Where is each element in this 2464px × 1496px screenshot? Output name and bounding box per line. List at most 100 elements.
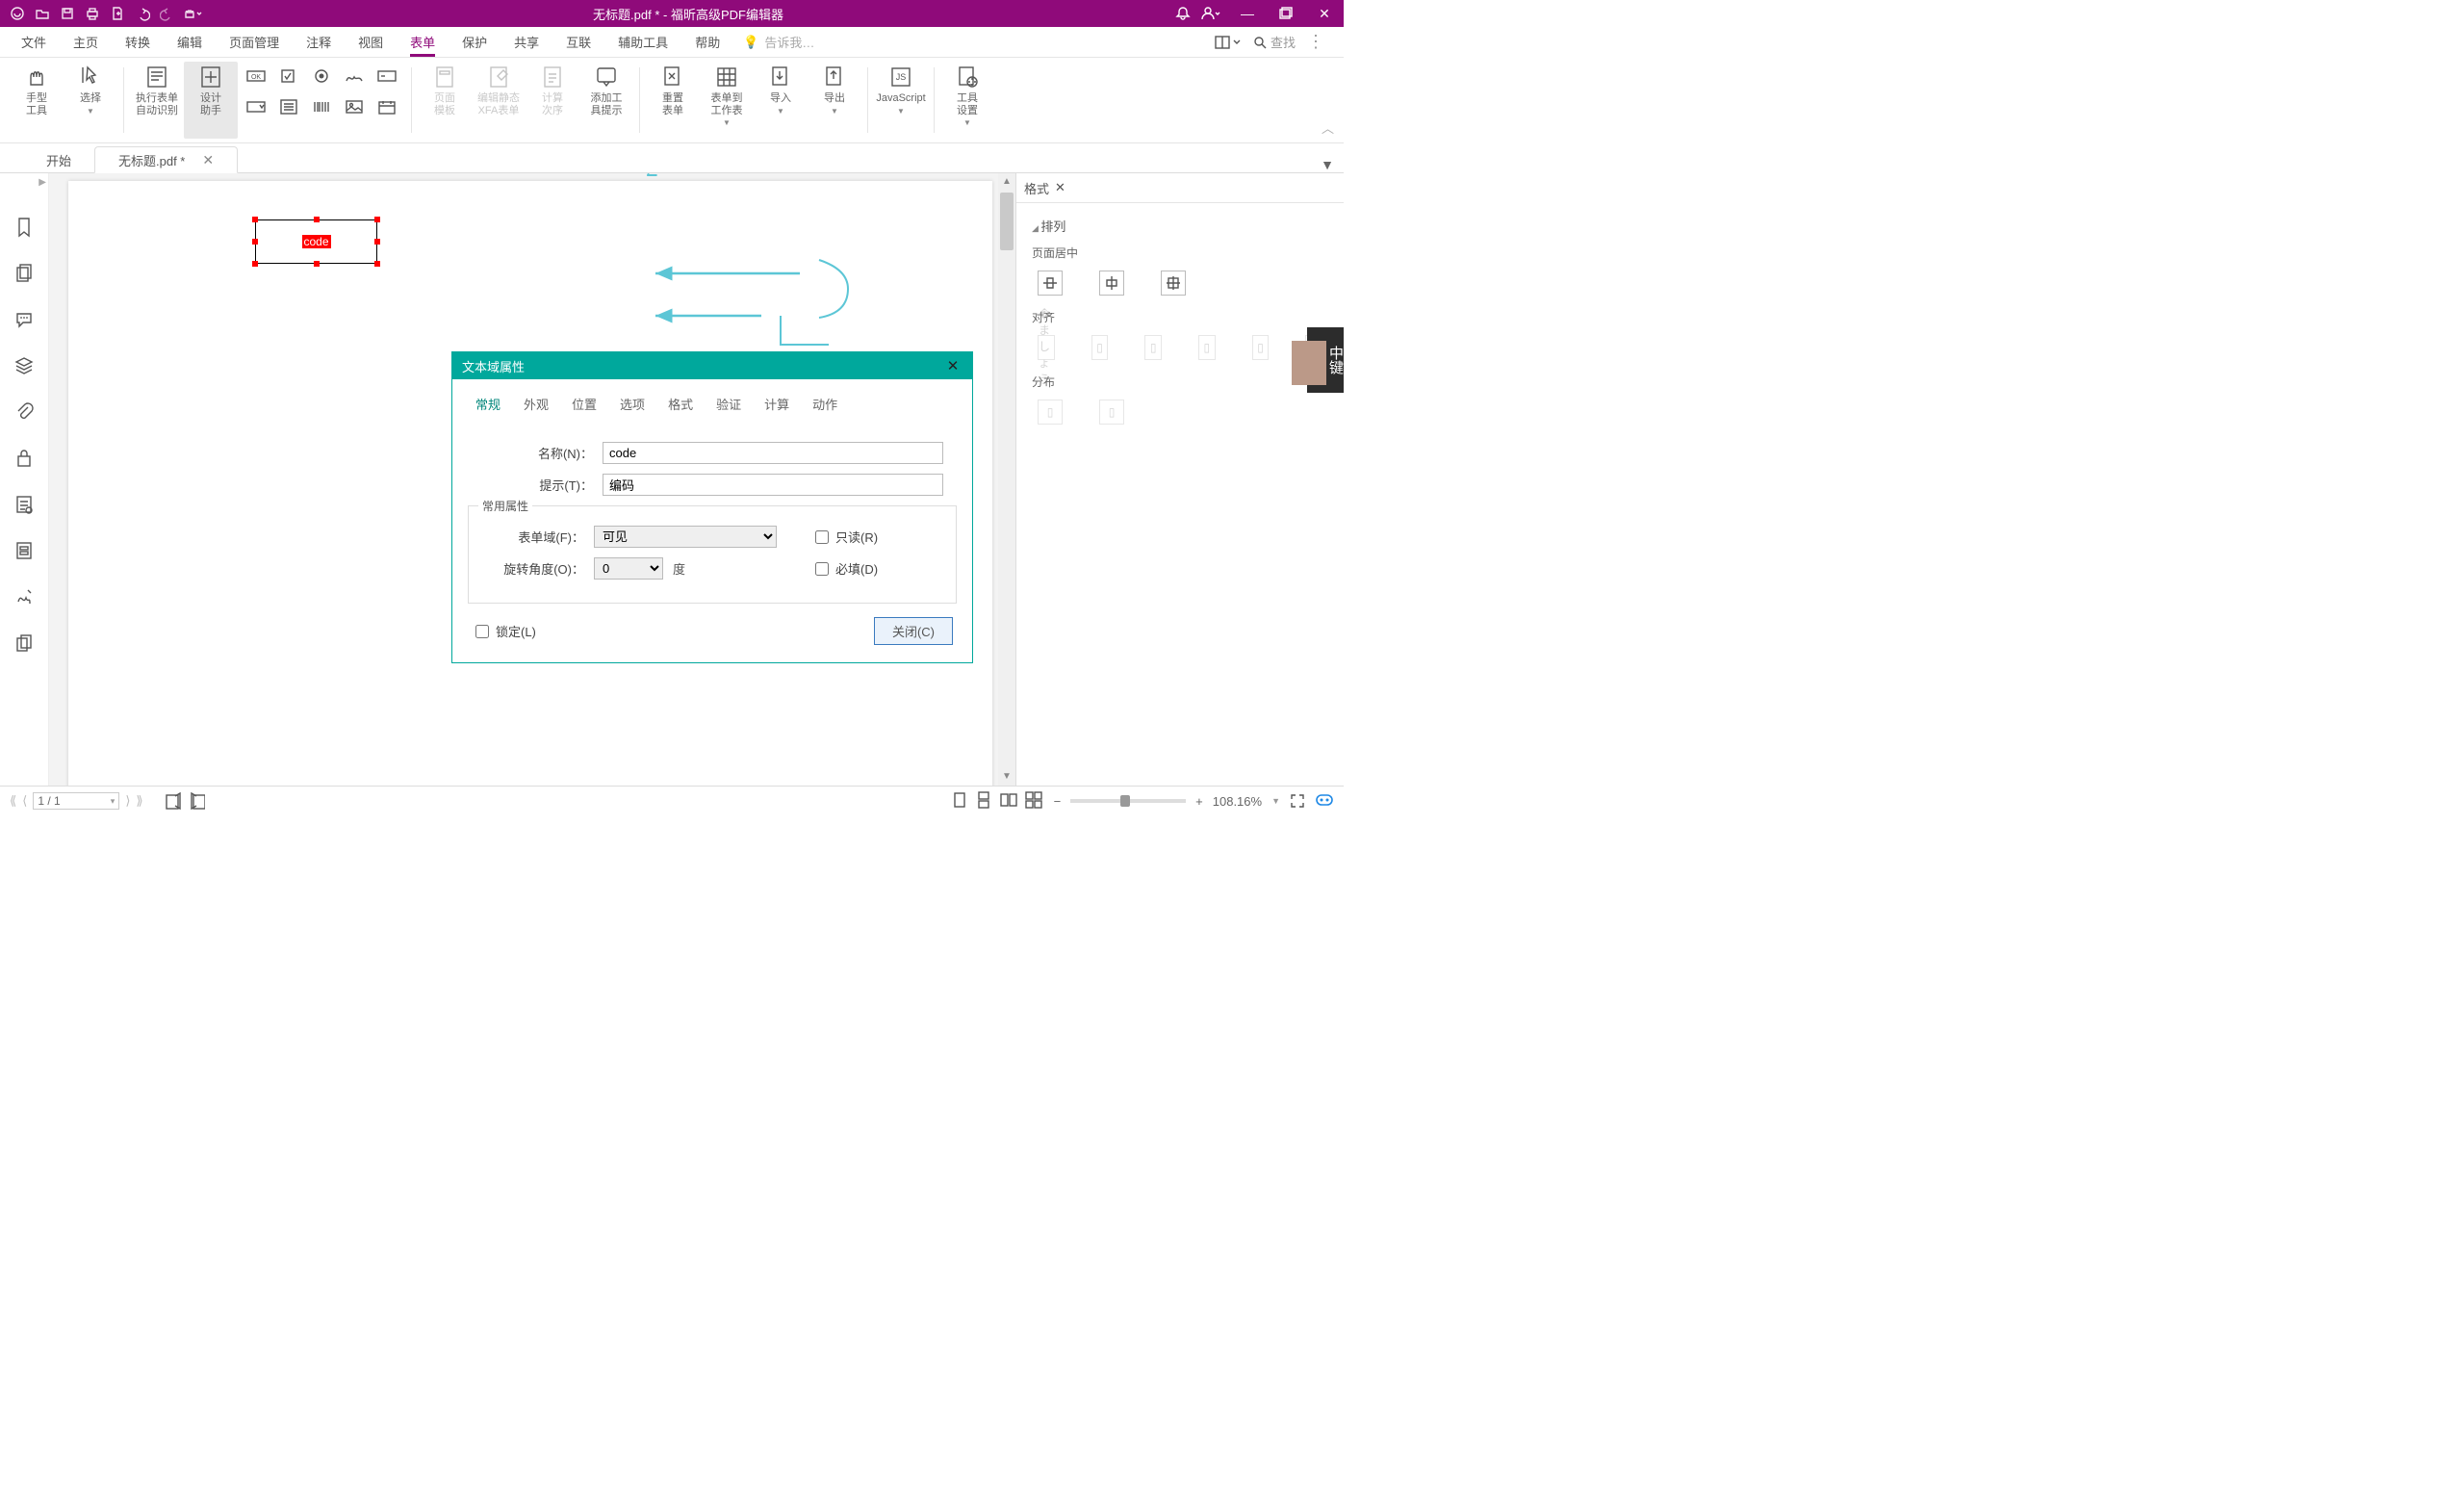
visibility-select[interactable]: 可见 (594, 526, 777, 548)
signature-icon[interactable] (340, 62, 369, 90)
listbox-icon[interactable] (274, 92, 303, 121)
close-button[interactable]: 关闭(C) (874, 617, 953, 645)
security-icon[interactable] (12, 446, 37, 471)
comments-icon[interactable] (12, 307, 37, 332)
read-mode-dropdown-icon[interactable] (1215, 35, 1242, 50)
required-checkbox[interactable]: 必填(D) (811, 559, 946, 579)
menu-protect[interactable]: 保护 (449, 28, 500, 57)
zoom-in-icon[interactable]: + (1195, 794, 1203, 809)
close-panel-icon[interactable]: ✕ (1055, 180, 1065, 195)
layers-icon[interactable] (12, 353, 37, 378)
ribbon-tooltip[interactable]: 添加工 具提示 (579, 62, 633, 139)
ocr-icon[interactable] (12, 492, 37, 517)
tab-start[interactable]: 开始 (23, 147, 94, 172)
ribbon-form-to-sheet[interactable]: 表单到 工作表 ▼ (700, 62, 754, 139)
save-icon[interactable] (58, 4, 77, 23)
dlg-tab-calculate[interactable]: 计算 (760, 393, 793, 417)
center-h-icon[interactable] (1038, 271, 1063, 296)
arrange-section[interactable]: 排列 (1032, 217, 1328, 235)
open-icon[interactable] (33, 4, 52, 23)
side-badge[interactable]: 中键 (1307, 327, 1344, 393)
center-both-icon[interactable] (1161, 271, 1186, 296)
barcode-icon[interactable] (307, 92, 336, 121)
hand-dropdown-icon[interactable] (183, 4, 202, 23)
menu-form[interactable]: 表单 (397, 28, 449, 57)
combine-icon[interactable] (12, 631, 37, 656)
ribbon-javascript[interactable]: JS JavaScript ▼ (874, 62, 928, 139)
fullscreen-icon[interactable] (1290, 793, 1305, 809)
attachment-icon[interactable] (12, 400, 37, 425)
form-field-code[interactable]: code (255, 219, 377, 264)
two-page-icon[interactable] (998, 790, 1019, 810)
date-field-icon[interactable] (372, 92, 401, 121)
dlg-tab-actions[interactable]: 动作 (808, 393, 841, 417)
ribbon-reset-form[interactable]: 重置 表单 (646, 62, 700, 139)
dialog-titlebar[interactable]: 文本域属性 ✕ (452, 352, 972, 379)
readonly-checkbox[interactable]: 只读(R) (811, 528, 946, 547)
tab-current[interactable]: 无标题.pdf * ✕ (94, 146, 238, 173)
menu-accessibility[interactable]: 辅助工具 (604, 28, 681, 57)
user-icon[interactable] (1199, 5, 1220, 22)
last-page-icon[interactable]: ⟫ (136, 793, 142, 809)
new-icon[interactable] (108, 4, 127, 23)
tab-close-icon[interactable]: ✕ (202, 152, 214, 168)
single-page-icon[interactable] (949, 790, 970, 810)
image-field-icon[interactable] (340, 92, 369, 121)
print-icon[interactable] (83, 4, 102, 23)
page-number-input[interactable]: 1 / 1 (33, 792, 119, 810)
nav-fwd-icon[interactable] (188, 792, 205, 810)
center-v-icon[interactable] (1099, 271, 1124, 296)
ribbon-run-form-auto[interactable]: 执行表单 自动识别 (130, 62, 184, 139)
canvas[interactable]: code ▲ ▼ 文本域属性 ✕ (49, 173, 1016, 786)
radio-icon[interactable] (307, 62, 336, 90)
pages-icon[interactable] (12, 261, 37, 286)
tooltip-input[interactable] (603, 474, 943, 496)
scroll-thumb[interactable] (1000, 193, 1014, 250)
rotate-select[interactable]: 0 (594, 557, 663, 580)
collapse-ribbon-icon[interactable]: ︿ (1322, 118, 1334, 137)
maximize-button[interactable] (1267, 0, 1305, 27)
ribbon-select[interactable]: 选择 ▼ (64, 62, 117, 139)
bookmark-icon[interactable] (12, 215, 37, 240)
tell-me-search[interactable]: 💡 告诉我… (743, 33, 814, 51)
menu-home[interactable]: 主页 (60, 28, 112, 57)
ribbon-tool-settings[interactable]: 工具 设置 ▼ (940, 62, 994, 139)
dialog-close-icon[interactable]: ✕ (943, 356, 962, 375)
close-button[interactable]: ✕ (1305, 0, 1344, 27)
right-panel-tab-format[interactable]: 格式 ✕ (1024, 179, 1065, 197)
scroll-down-icon[interactable]: ▼ (998, 768, 1015, 786)
menu-share[interactable]: 共享 (500, 28, 552, 57)
menu-page-manage[interactable]: 页面管理 (216, 28, 293, 57)
pushbutton-icon[interactable]: OK (242, 62, 270, 90)
dlg-tab-validate[interactable]: 验证 (712, 393, 745, 417)
tab-overflow-icon[interactable]: ▼ (1321, 157, 1334, 172)
menu-view[interactable]: 视图 (345, 28, 397, 57)
menu-help[interactable]: 帮助 (681, 28, 733, 57)
dlg-tab-general[interactable]: 常规 (472, 393, 504, 417)
ribbon-design-assistant[interactable]: 设计 助手 (184, 62, 238, 139)
two-cont-icon[interactable] (1023, 790, 1044, 810)
sign-icon[interactable] (12, 584, 37, 609)
lock-checkbox[interactable]: 锁定(L) (472, 622, 536, 641)
menu-convert[interactable]: 转换 (112, 28, 164, 57)
sidebar-expand-icon[interactable]: ▶ (38, 177, 46, 188)
prev-page-icon[interactable]: ⟨ (22, 793, 27, 809)
scroll-up-icon[interactable]: ▲ (998, 173, 1015, 191)
name-input[interactable] (603, 442, 943, 464)
dlg-tab-format[interactable]: 格式 (664, 393, 697, 417)
menu-annotate[interactable]: 注释 (293, 28, 345, 57)
assistant-icon[interactable] (1315, 792, 1334, 810)
first-page-icon[interactable]: ⟪ (10, 793, 16, 809)
dlg-tab-appearance[interactable]: 外观 (520, 393, 552, 417)
zoom-value[interactable]: 108.16% (1213, 794, 1262, 809)
combobox-icon[interactable] (242, 92, 270, 121)
menu-edit[interactable]: 编辑 (164, 28, 216, 57)
zoom-out-icon[interactable]: − (1054, 794, 1062, 809)
zoom-slider[interactable] (1070, 799, 1186, 803)
minimize-button[interactable]: — (1228, 0, 1267, 27)
textfield-icon[interactable] (372, 62, 401, 90)
search-icon[interactable]: 查找 (1253, 33, 1296, 51)
vertical-scrollbar[interactable]: ▲ ▼ (998, 173, 1015, 786)
more-icon[interactable]: ⋮ (1307, 32, 1324, 52)
ribbon-hand-tool[interactable]: 手型 工具 (10, 62, 64, 139)
